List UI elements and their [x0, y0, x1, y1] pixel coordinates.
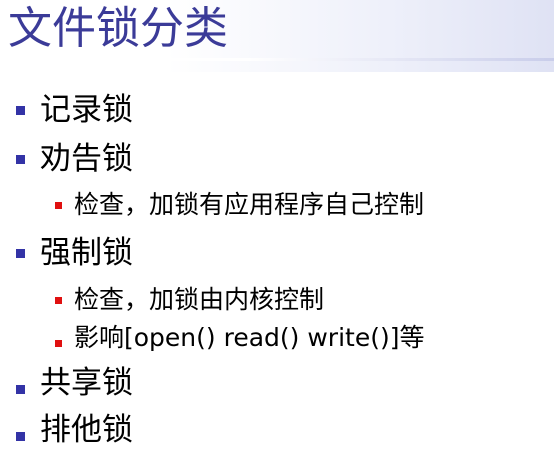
square-bullet-icon [16, 249, 25, 258]
bullet-item-record-lock: 记录锁 [40, 92, 133, 128]
sub-item-mandatory-detail: 检查，加锁由内核控制 [74, 285, 325, 314]
square-bullet-icon [16, 106, 25, 115]
bullet-item-shared-lock: 共享锁 [40, 365, 133, 401]
bullet-item-mandatory-lock: 强制锁 [40, 235, 133, 271]
square-bullet-icon [16, 432, 25, 441]
slide: 文件锁分类 记录锁 劝告锁 检查，加锁有应用程序自己控制 强制锁 检查，加锁由内… [0, 0, 554, 465]
small-square-bullet-icon [55, 340, 62, 347]
bullet-item-advisory-lock: 劝告锁 [40, 141, 133, 177]
slide-title: 文件锁分类 [8, 3, 228, 54]
square-bullet-icon [16, 155, 25, 164]
square-bullet-icon [16, 385, 25, 394]
small-square-bullet-icon [55, 297, 62, 304]
bullet-item-exclusive-lock: 排他锁 [40, 412, 133, 448]
title-divider [0, 58, 554, 61]
sub-item-affected-calls: 影响[open() read() write()]等 [74, 323, 425, 352]
sub-item-advisory-detail: 检查，加锁有应用程序自己控制 [74, 190, 425, 219]
small-square-bullet-icon [55, 202, 62, 209]
